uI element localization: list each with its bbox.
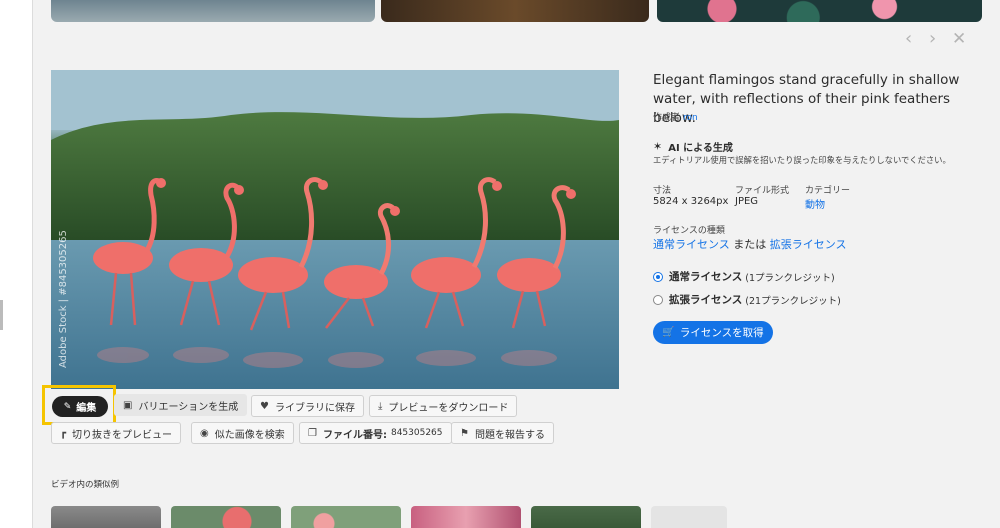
generate-variation-label: バリエーションを生成: [138, 401, 239, 413]
crop-icon: ┏: [60, 427, 67, 439]
cart-icon: 🛒: [662, 327, 675, 338]
download-preview-label: プレビューをダウンロード: [388, 402, 509, 414]
file-number-value: 845305265: [390, 428, 443, 438]
video-thumbnail-more[interactable]: [651, 506, 727, 528]
extended-license-link[interactable]: 拡張ライセンス: [770, 238, 847, 251]
license-option-credits: (21プランクレジット): [745, 295, 841, 307]
video-thumbnail-3[interactable]: [291, 506, 401, 528]
flamingo-illustration: [51, 70, 619, 389]
save-to-library-label: ライブラリに保存: [274, 402, 355, 414]
save-to-library-button[interactable]: ♥ ライブラリに保存: [251, 395, 364, 417]
format-label: ファイル形式: [735, 186, 790, 196]
format-value: JPEG: [735, 196, 759, 207]
license-option-extended[interactable]: 拡張ライセンス (21プランクレジット): [653, 292, 841, 307]
creator-label: 作成者: [653, 113, 681, 123]
crop-preview-button[interactable]: ┏ 切り抜きをプレビュー: [51, 422, 182, 444]
sparkle-image-icon: ▣: [123, 399, 133, 411]
download-preview-button[interactable]: ⤓ プレビューをダウンロード: [369, 395, 518, 417]
video-thumbnail-2[interactable]: [171, 506, 281, 528]
left-rail: [0, 0, 33, 528]
close-icon[interactable]: ✕: [952, 30, 966, 48]
license-option-label: 拡張ライセンス: [669, 294, 743, 306]
category-label: カテゴリー: [805, 186, 851, 196]
similar-video-heading: ビデオ内の類似例: [51, 480, 120, 490]
radio-selected[interactable]: [653, 271, 663, 282]
camera-icon: ◉: [200, 427, 209, 439]
license-option-label: 通常ライセンス: [669, 271, 743, 283]
chevron-left-icon[interactable]: ‹: [905, 30, 912, 48]
top-thumbnail-1[interactable]: [51, 0, 375, 22]
ai-generated-note: エディトリアル使用で誤解を招いたり誤った印象を与えたりしないでください。: [653, 155, 951, 165]
file-number-button[interactable]: ❐ ファイル番号: 845305265: [299, 422, 452, 444]
file-number-label: ファイル番号:: [322, 429, 387, 441]
get-license-label: ライセンスを取得: [679, 327, 764, 339]
edit-highlight: ✎ 編集: [42, 385, 116, 425]
rail-marker: [0, 300, 3, 330]
category-link[interactable]: 動物: [805, 196, 825, 211]
radio-unselected[interactable]: [653, 294, 663, 305]
license-option-standard[interactable]: 通常ライセンス (1プランクレジット): [653, 269, 835, 284]
top-thumbnail-2[interactable]: [381, 0, 649, 22]
license-type-line: 通常ライセンス または 拡張ライセンス: [653, 236, 847, 252]
video-thumbnail-5[interactable]: [531, 506, 641, 528]
top-thumbnail-3[interactable]: [657, 0, 982, 22]
main-preview-image[interactable]: [51, 70, 619, 389]
standard-license-link[interactable]: 通常ライセンス: [653, 238, 730, 251]
copy-icon: ❐: [308, 427, 317, 439]
size-label: 寸法: [653, 186, 672, 196]
chevron-right-icon[interactable]: ›: [929, 30, 936, 48]
heart-icon: ♥: [260, 400, 269, 412]
report-issue-label: 問題を報告する: [474, 429, 545, 441]
find-similar-label: 似た画像を検索: [214, 429, 285, 441]
video-thumbnail-4[interactable]: [411, 506, 521, 528]
generate-variation-button[interactable]: ▣ バリエーションを生成: [114, 394, 248, 416]
license-type-label: ライセンスの種類: [653, 226, 725, 236]
image-description: Elegant flamingos stand gracefully in sh…: [653, 72, 960, 126]
ai-icon: ✶: [653, 140, 663, 153]
crop-preview-label: 切り抜きをプレビュー: [72, 429, 173, 441]
pencil-icon: ✎: [63, 401, 72, 412]
or-text: または: [733, 238, 767, 251]
report-issue-button[interactable]: ⚑ 問題を報告する: [451, 422, 554, 444]
license-option-credits: (1プランクレジット): [745, 272, 835, 284]
get-license-button[interactable]: 🛒 ライセンスを取得: [653, 321, 773, 344]
image-watermark: Adobe Stock | #845305265: [58, 230, 69, 368]
ai-generated-title: AI による生成: [668, 143, 733, 154]
edit-label: 編集: [76, 403, 97, 414]
ai-generated-heading: ✶ AI による生成: [653, 139, 733, 154]
creator-name-link[interactable]: ron: [683, 113, 698, 123]
download-icon: ⤓: [378, 400, 383, 412]
flag-icon: ⚑: [460, 427, 469, 439]
edit-button[interactable]: ✎ 編集: [52, 396, 108, 417]
creator-line: 作成者 ron: [653, 110, 698, 123]
video-thumbnail-1[interactable]: [51, 506, 161, 528]
size-value: 5824 x 3264px: [653, 196, 729, 207]
find-similar-button[interactable]: ◉ 似た画像を検索: [191, 422, 294, 444]
